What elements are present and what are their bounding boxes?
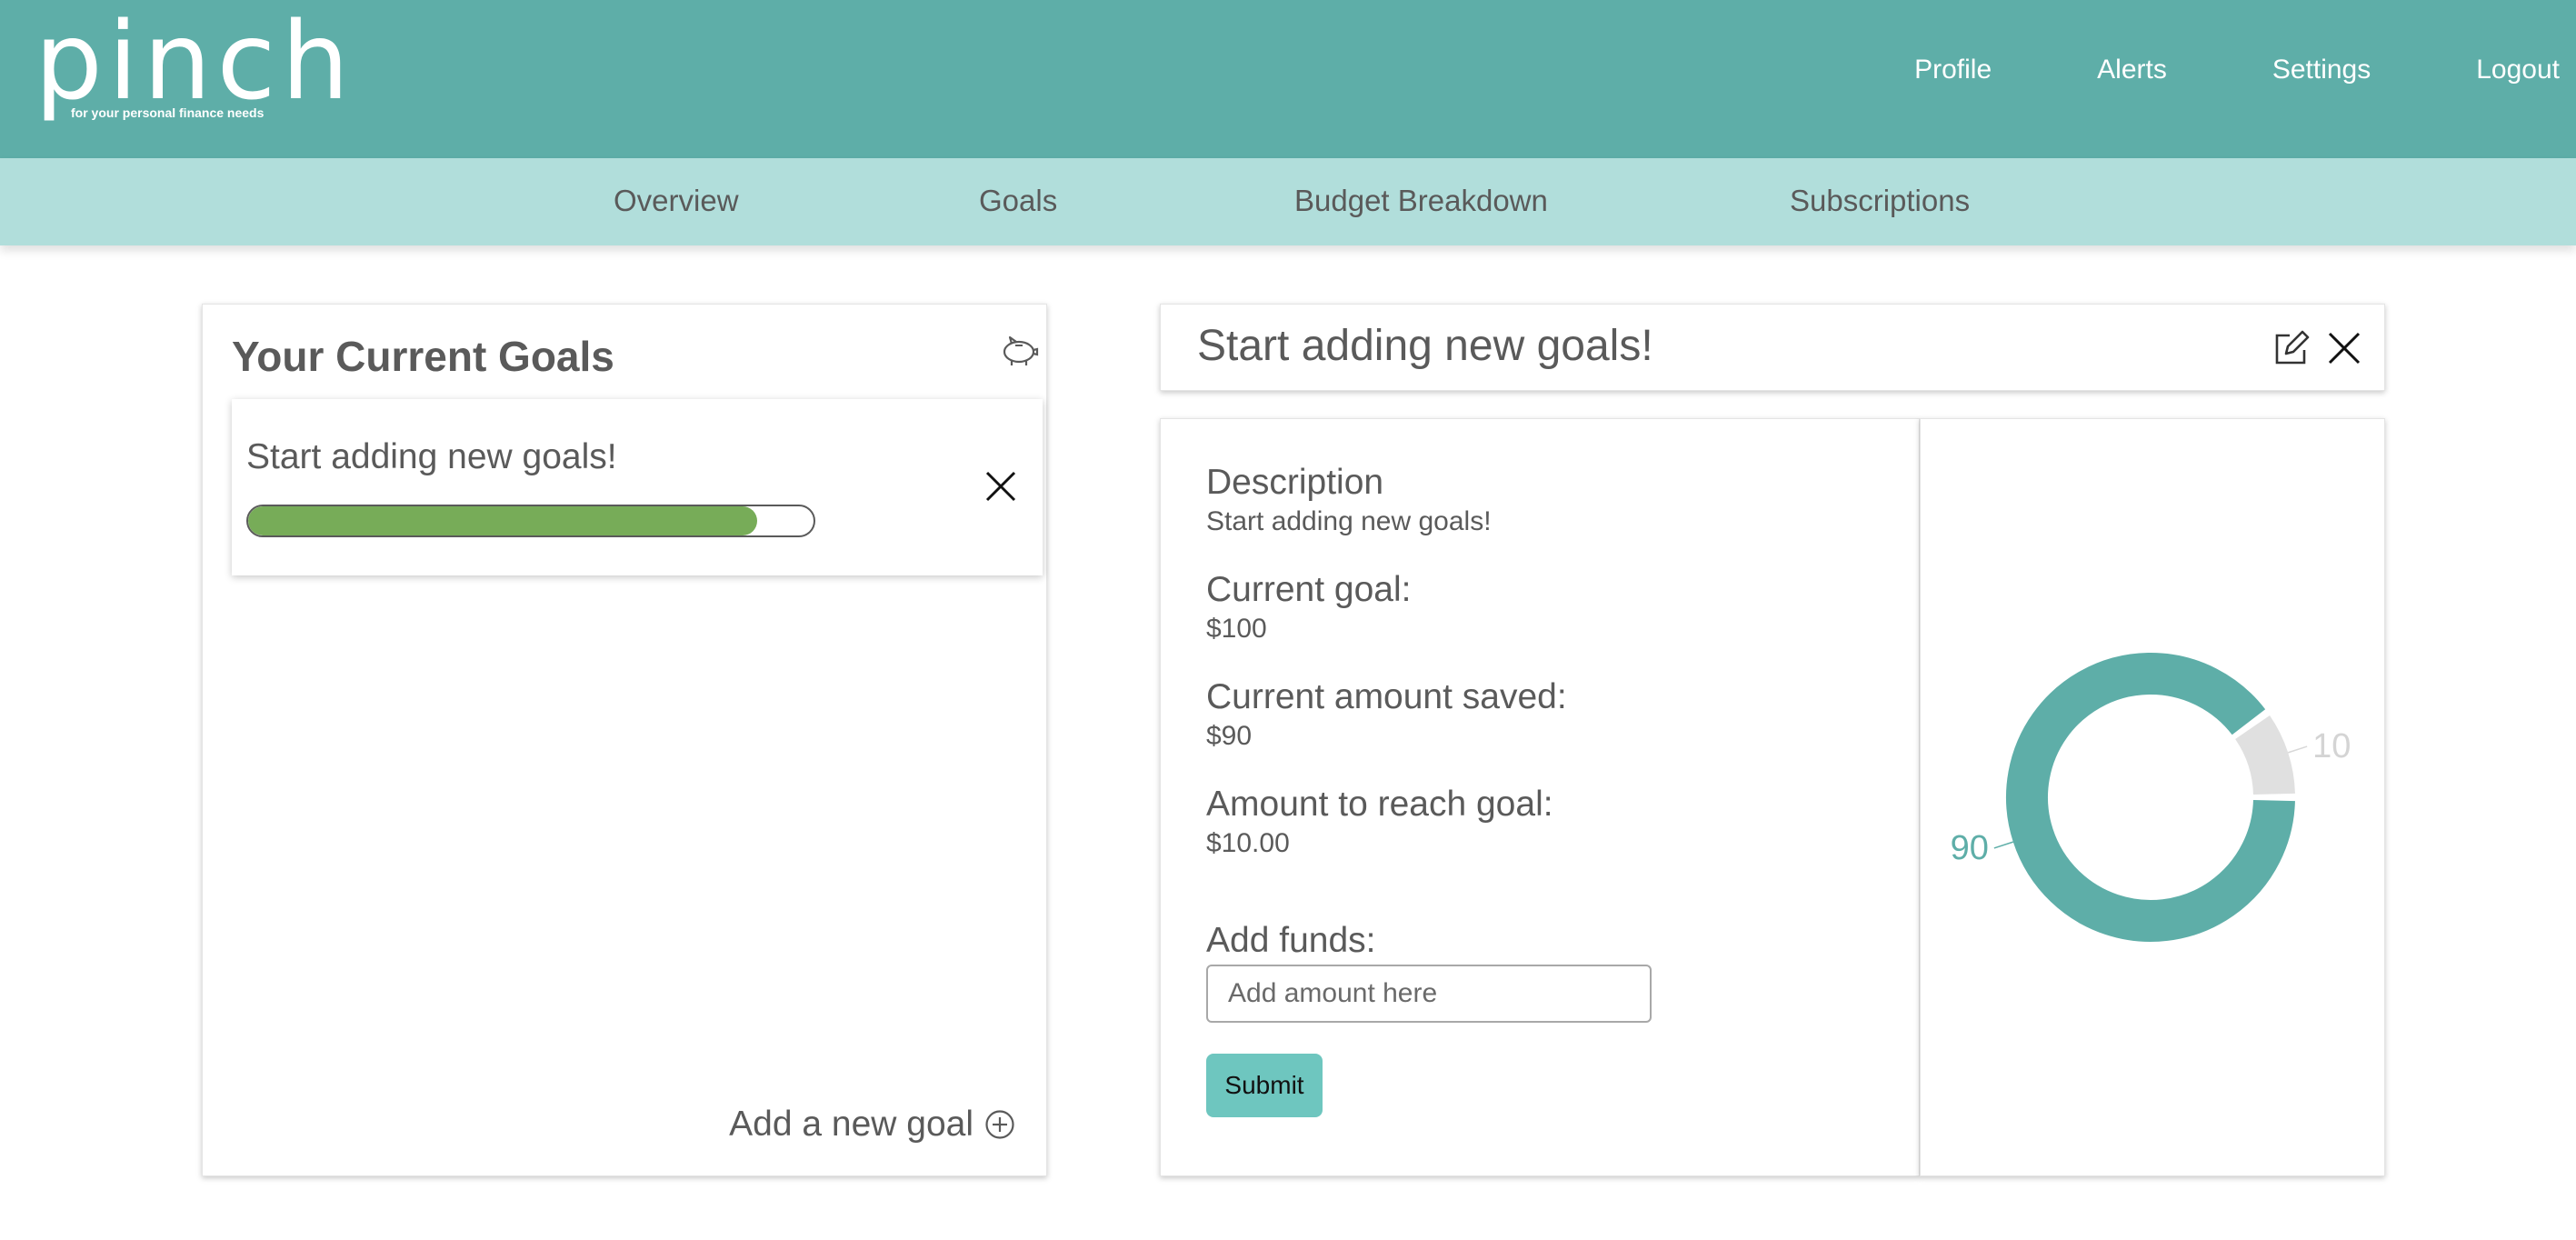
- goals-panel-title: Your Current Goals: [232, 333, 614, 380]
- piggy-bank-icon: [1003, 335, 1039, 365]
- top-nav: Profile Alerts Settings Logout: [1809, 55, 2560, 85]
- sub-nav: Overview Goals Budget Breakdown Subscrip…: [0, 158, 2576, 245]
- donut-label-saved: 90: [1951, 829, 1989, 867]
- submit-button[interactable]: Submit: [1206, 1054, 1323, 1117]
- edit-icon[interactable]: [2271, 328, 2311, 368]
- add-funds-input[interactable]: [1206, 965, 1652, 1023]
- goal-details-panel: Description Start adding new goals! Curr…: [1160, 418, 1920, 1176]
- donut-leader-line: [1993, 841, 2014, 849]
- amount-saved-value: $90: [1206, 721, 1253, 751]
- plus-circle-icon: [985, 1110, 1014, 1139]
- nav-settings[interactable]: Settings: [2272, 55, 2371, 85]
- current-goal-label: Current goal:: [1206, 570, 1412, 609]
- goal-donut-chart: 90 10: [1951, 653, 2351, 942]
- logo[interactable]: pinch for your personal finance needs: [35, 7, 349, 144]
- description-label: Description: [1206, 463, 1384, 502]
- top-bar: pinch for your personal finance needs Pr…: [0, 0, 2576, 158]
- goal-progress-fill: [248, 506, 757, 535]
- tab-budget-breakdown[interactable]: Budget Breakdown: [1294, 184, 1548, 218]
- tab-goals[interactable]: Goals: [979, 184, 1057, 218]
- nav-logout[interactable]: Logout: [2476, 55, 2560, 85]
- amount-remaining-label: Amount to reach goal:: [1206, 785, 1553, 824]
- donut-leader-line: [2287, 745, 2308, 754]
- goal-detail-title: Start adding new goals!: [1197, 322, 1653, 370]
- description-value: Start adding new goals!: [1206, 506, 1492, 536]
- nav-alerts[interactable]: Alerts: [2097, 55, 2167, 85]
- add-goal-label: Add a new goal: [729, 1105, 973, 1144]
- goal-progress-bar: [246, 505, 815, 537]
- logo-tagline: for your personal finance needs: [71, 105, 265, 120]
- goals-panel: Your Current Goals Start adding new goal…: [202, 304, 1047, 1176]
- close-icon[interactable]: [983, 468, 1019, 505]
- goal-name: Start adding new goals!: [246, 437, 617, 476]
- donut-slice-remaining: [2234, 715, 2295, 795]
- goal-chart-panel: 90 10: [1920, 418, 2385, 1176]
- goal-list-item[interactable]: Start adding new goals!: [232, 399, 1043, 575]
- close-icon[interactable]: [2326, 330, 2362, 366]
- tab-subscriptions[interactable]: Subscriptions: [1790, 184, 1970, 218]
- amount-remaining-value: $10.00: [1206, 828, 1290, 858]
- goal-detail-header: Start adding new goals!: [1160, 304, 2385, 391]
- tab-overview[interactable]: Overview: [614, 184, 739, 218]
- logo-text: pinch: [35, 0, 355, 124]
- current-goal-value: $100: [1206, 614, 1267, 644]
- amount-saved-label: Current amount saved:: [1206, 677, 1567, 716]
- add-funds-label: Add funds:: [1206, 921, 1376, 960]
- add-goal-button[interactable]: Add a new goal: [729, 1105, 1015, 1145]
- nav-profile[interactable]: Profile: [1914, 55, 1992, 85]
- donut-slice-saved: [2006, 653, 2295, 942]
- donut-label-remaining: 10: [2312, 727, 2351, 765]
